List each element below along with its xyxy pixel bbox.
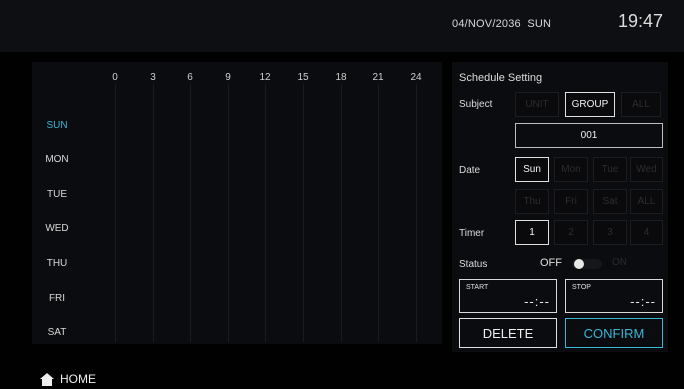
grid-line <box>265 84 266 342</box>
grid-line <box>115 84 116 342</box>
hour-label: 6 <box>187 72 193 83</box>
delete-button[interactable]: DELETE <box>459 318 557 348</box>
schedule-grid[interactable] <box>32 62 442 344</box>
home-button[interactable]: HOME <box>40 372 96 386</box>
hour-label: 24 <box>410 72 422 83</box>
date-text: 04/NOV/2036 <box>452 18 521 30</box>
toggle-knob[interactable] <box>574 259 584 269</box>
status-off-label: OFF <box>540 257 562 269</box>
date-all-button[interactable]: ALL <box>630 189 663 214</box>
start-time-field[interactable]: START --:-- <box>459 279 557 313</box>
grid-line <box>378 84 379 342</box>
hour-label: 0 <box>112 72 118 83</box>
subject-id-field[interactable]: 001 <box>515 123 663 148</box>
status-label: Status <box>459 259 488 270</box>
subject-unit-button[interactable]: UNIT <box>515 92 559 117</box>
stop-caption: STOP <box>572 284 591 291</box>
date-fri-button[interactable]: Fri <box>554 189 588 214</box>
subject-all-button[interactable]: ALL <box>621 92 661 117</box>
day-row-sun[interactable]: SUN <box>46 120 67 131</box>
clock: 19:47 <box>618 11 664 31</box>
day-text: SUN <box>527 18 552 30</box>
timer-2-button[interactable]: 2 <box>554 220 588 245</box>
day-row-thu[interactable]: THU <box>47 258 68 269</box>
date-display: 04/NOV/2036 SUN <box>452 18 551 30</box>
status-on-label: ON <box>612 257 627 268</box>
subject-group-button[interactable]: GROUP <box>565 92 615 117</box>
timer-4-button[interactable]: 4 <box>630 220 663 245</box>
panel-title: Schedule Setting <box>459 72 543 84</box>
hour-label: 9 <box>225 72 231 83</box>
day-row-sat[interactable]: SAT <box>48 327 67 338</box>
day-row-fri[interactable]: FRI <box>49 293 65 304</box>
date-label: Date <box>459 165 481 176</box>
confirm-button[interactable]: CONFIRM <box>565 318 663 348</box>
date-sat-button[interactable]: Sat <box>593 189 627 214</box>
hour-label: 15 <box>297 72 309 83</box>
grid-line <box>416 84 417 342</box>
date-sun-button[interactable]: Sun <box>515 157 549 182</box>
timer-label: Timer <box>459 228 485 239</box>
date-thu-button[interactable]: Thu <box>515 189 549 214</box>
date-wed-button[interactable]: Wed <box>630 157 663 182</box>
date-tue-button[interactable]: Tue <box>593 157 627 182</box>
day-row-wed[interactable]: WED <box>45 223 68 234</box>
top-bar <box>0 0 684 52</box>
home-icon <box>40 372 54 386</box>
grid-line <box>303 84 304 342</box>
subject-label: Subject <box>459 99 493 110</box>
grid-line <box>153 84 154 342</box>
day-row-tue[interactable]: TUE <box>47 189 67 200</box>
grid-line <box>190 84 191 342</box>
start-caption: START <box>466 284 489 291</box>
start-time-value: --:-- <box>524 294 550 309</box>
stop-time-value: --:-- <box>630 294 656 309</box>
timer-3-button[interactable]: 3 <box>593 220 627 245</box>
grid-line <box>228 84 229 342</box>
hour-label: 3 <box>150 72 156 83</box>
day-row-mon[interactable]: MON <box>45 154 68 165</box>
home-label: HOME <box>60 372 96 386</box>
stop-time-field[interactable]: STOP --:-- <box>565 279 663 313</box>
timer-1-button[interactable]: 1 <box>515 220 549 245</box>
hour-label: 12 <box>259 72 271 83</box>
date-mon-button[interactable]: Mon <box>554 157 588 182</box>
hour-label: 21 <box>372 72 384 83</box>
hour-label: 18 <box>335 72 347 83</box>
grid-line <box>341 84 342 342</box>
